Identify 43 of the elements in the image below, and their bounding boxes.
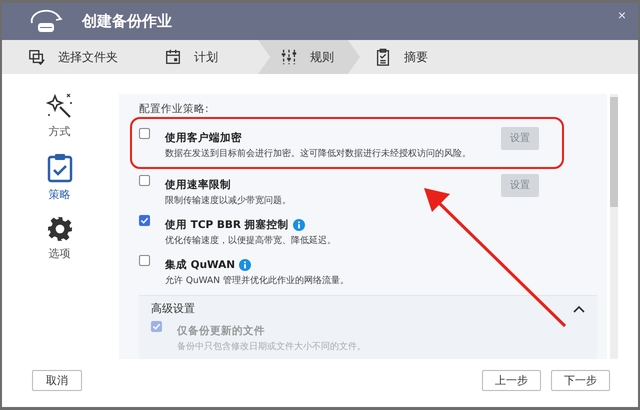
option-title: 使用客户端加密 [165, 131, 242, 145]
magic-wand-icon [44, 92, 74, 120]
checkbox[interactable] [139, 215, 150, 226]
next-button[interactable]: 下一步 [551, 370, 610, 390]
option-description: 优化传输速度，以便提高带宽、降低延迟。 [165, 235, 337, 247]
sliders-icon [280, 48, 298, 66]
section-title: 高级设置 [151, 301, 195, 316]
option-description: 允许 QuWAN 管理并优化此作业的网络流量。 [165, 275, 350, 287]
clipboard-icon [374, 48, 392, 66]
wizard-step[interactable]: 规则 [258, 40, 360, 74]
checkbox[interactable] [139, 255, 150, 266]
sidebar-label[interactable]: 选项 [48, 246, 70, 261]
info-icon[interactable] [239, 259, 252, 271]
chevron-icon[interactable] [573, 304, 585, 312]
window-title: 创建备份作业 [82, 12, 173, 31]
folders-icon [28, 48, 46, 66]
calendar-icon [164, 48, 182, 66]
sidebar-label[interactable]: 策略 [48, 187, 70, 202]
info-icon[interactable] [292, 219, 305, 231]
checkbox[interactable] [139, 128, 150, 139]
step-label: 选择文件夹 [58, 48, 118, 66]
sidebar-label[interactable]: 方式 [48, 124, 70, 139]
cancel-button[interactable]: 取消 [32, 370, 82, 390]
settings-icon [46, 216, 72, 242]
section-heading: 配置作业策略: [139, 102, 210, 116]
checkbox[interactable] [139, 175, 150, 186]
step-label: 摘要 [404, 48, 428, 66]
clipboard-check-icon [46, 153, 72, 183]
option-title: 集成 QuWAN [165, 258, 236, 272]
step-label: 计划 [194, 48, 218, 66]
scrollbar[interactable] [610, 94, 618, 359]
option-description: 数据在发送到目标前会进行加密。这可降低对数据进行未经授权访问的风险。 [165, 148, 472, 160]
wizard-step[interactable]: 计划 [158, 40, 244, 74]
wizard-step[interactable]: 摘要 [368, 40, 454, 74]
wizard-step[interactable]: 选择文件夹 [22, 40, 144, 74]
step-label: 规则 [310, 48, 334, 66]
option-description: 限制传输速度以减少带宽问题。 [165, 195, 292, 207]
option-title: 仅备份更新的文件 [177, 324, 265, 338]
option-title: 使用速率限制 [165, 178, 231, 192]
back-button[interactable]: 上一步 [482, 370, 541, 390]
option-description: 备份中只包含修改日期或文件大小不同的文件。 [177, 341, 367, 353]
close-button[interactable]: × [616, 7, 628, 23]
option-title: 使用 TCP BBR 拥塞控制 [165, 218, 289, 232]
